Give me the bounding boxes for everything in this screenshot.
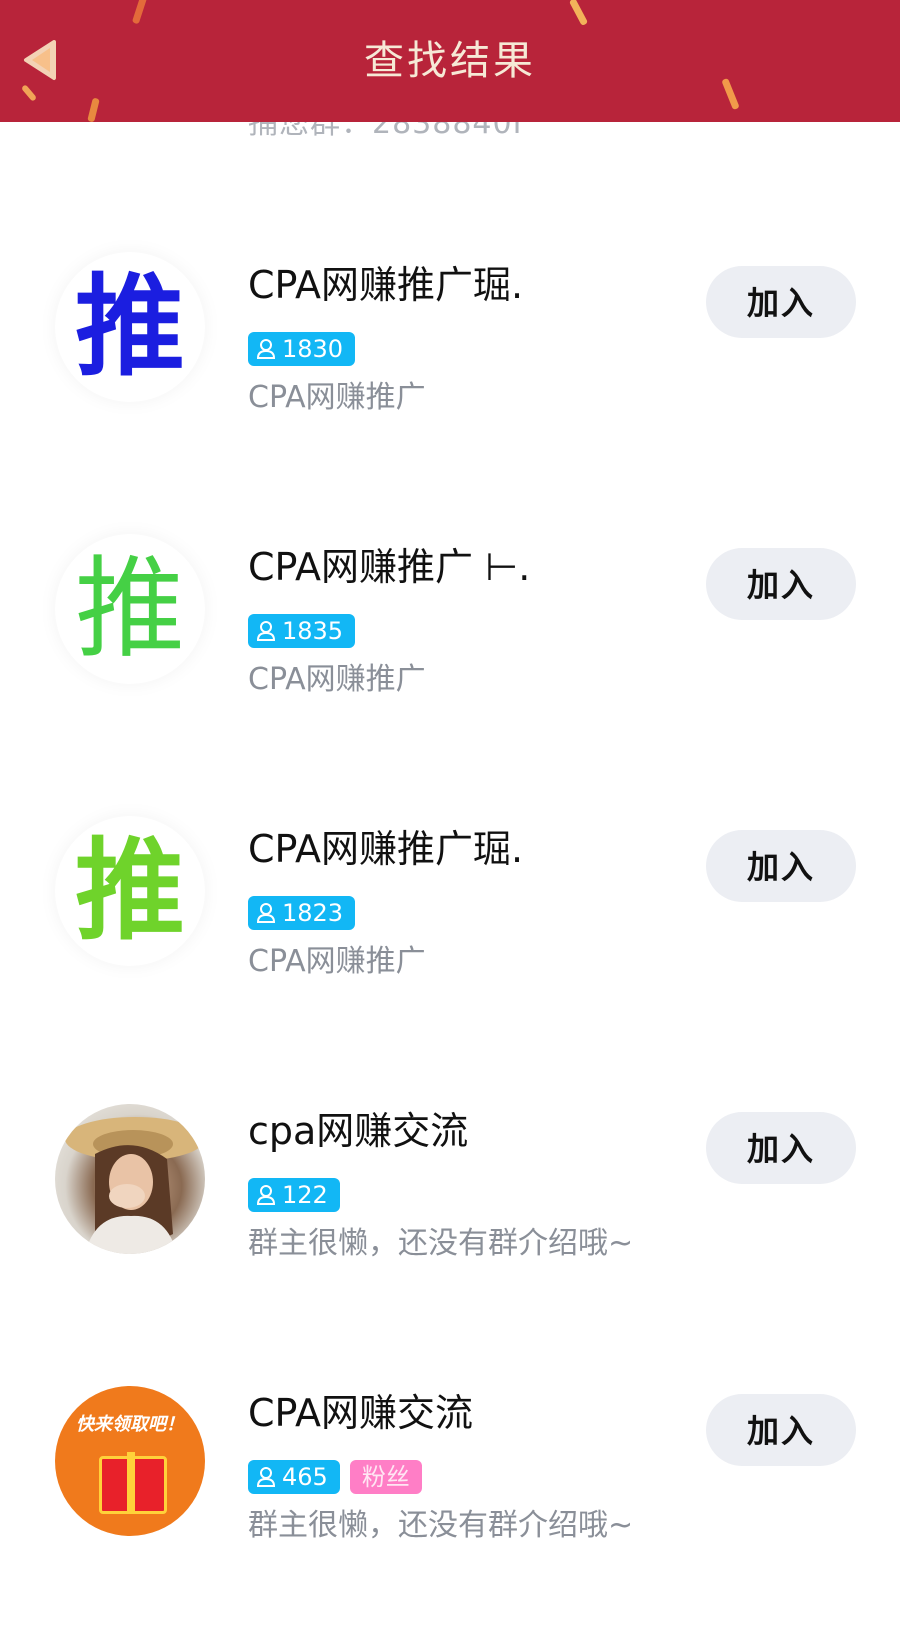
group-avatar-gift[interactable]: 快来领取吧！ — [55, 1386, 205, 1536]
group-description: CPA网赚推广 — [248, 944, 426, 979]
group-list-item[interactable]: 快来领取吧！ CPA网赚交流 465 粉丝 群主很懒，还没有群介绍哦~ 加入 — [0, 1380, 900, 1640]
member-count-badge: 122 — [248, 1178, 340, 1212]
member-count: 1830 — [282, 335, 344, 363]
avatar-promo-text: 快来领取吧！ — [76, 1414, 184, 1435]
fans-tag-badge: 粉丝 — [349, 1460, 422, 1494]
gift-ribbon-decoration — [127, 1452, 135, 1512]
group-list-item[interactable]: cpa网赚交流 122 群主很懒，还没有群介绍哦~ 加入 — [0, 1098, 900, 1358]
confetti-decoration — [131, 0, 148, 25]
header-bar: 查找结果 — [0, 0, 900, 122]
avatar-glyph: 推 — [75, 827, 185, 955]
person-icon — [256, 339, 276, 359]
person-icon — [256, 621, 276, 641]
badge-row: 465 粉丝 — [248, 1460, 422, 1494]
member-count-badge: 1823 — [248, 896, 356, 930]
join-button[interactable]: 加入 — [706, 548, 856, 620]
group-description: 群主很懒，还没有群介绍哦~ — [248, 1226, 634, 1261]
confetti-decoration — [20, 84, 38, 102]
member-count-badge: 465 — [248, 1460, 340, 1494]
group-list-item[interactable]: 推 CPA网赚推广 ⊢. 1835 CPA网赚推广 加入 — [0, 534, 900, 794]
group-description: 群主很懒，还没有群介绍哦~ — [248, 1508, 634, 1543]
group-avatar[interactable]: 推 — [55, 252, 205, 402]
person-icon — [256, 1185, 276, 1205]
group-avatar-photo[interactable] — [55, 1104, 205, 1254]
group-avatar[interactable]: 推 — [55, 816, 205, 966]
confetti-decoration — [568, 0, 589, 27]
person-icon — [256, 903, 276, 923]
join-button[interactable]: 加入 — [706, 266, 856, 338]
avatar-glyph: 推 — [75, 545, 185, 673]
member-count: 465 — [282, 1463, 328, 1491]
page-title: 查找结果 — [364, 38, 536, 84]
member-count: 1823 — [282, 899, 344, 927]
join-button[interactable]: 加入 — [706, 1112, 856, 1184]
member-count: 1835 — [282, 617, 344, 645]
join-button[interactable]: 加入 — [706, 1394, 856, 1466]
group-title: CPA网赚交流 — [248, 1391, 474, 1435]
member-count: 122 — [282, 1181, 328, 1209]
group-title: CPA网赚推广 ⊢. — [248, 545, 531, 589]
member-count-badge: 1830 — [248, 332, 356, 366]
group-title: CPA网赚推广㻕. — [248, 827, 524, 871]
group-title: CPA网赚推广㻕. — [248, 263, 524, 307]
photo-avatar-image — [65, 1117, 205, 1254]
badge-row: 1823 — [248, 896, 356, 930]
confetti-decoration — [87, 97, 100, 122]
badge-row: 122 — [248, 1178, 340, 1212]
person-icon — [256, 1467, 276, 1487]
badge-row: 1830 — [248, 332, 356, 366]
group-list-item[interactable]: 推 CPA网赚推广㻕. 1823 CPA网赚推广 加入 — [0, 816, 900, 1076]
member-count-badge: 1835 — [248, 614, 356, 648]
group-description: CPA网赚推广 — [248, 662, 426, 697]
group-title: cpa网赚交流 — [248, 1109, 469, 1153]
group-list-item[interactable]: 推 CPA网赚推广㻕. 1830 CPA网赚推广 加入 — [0, 252, 900, 512]
join-button[interactable]: 加入 — [706, 830, 856, 902]
group-avatar[interactable]: 推 — [55, 534, 205, 684]
group-description: CPA网赚推广 — [248, 380, 426, 415]
avatar-glyph: 推 — [75, 263, 185, 391]
badge-row: 1835 — [248, 614, 356, 648]
